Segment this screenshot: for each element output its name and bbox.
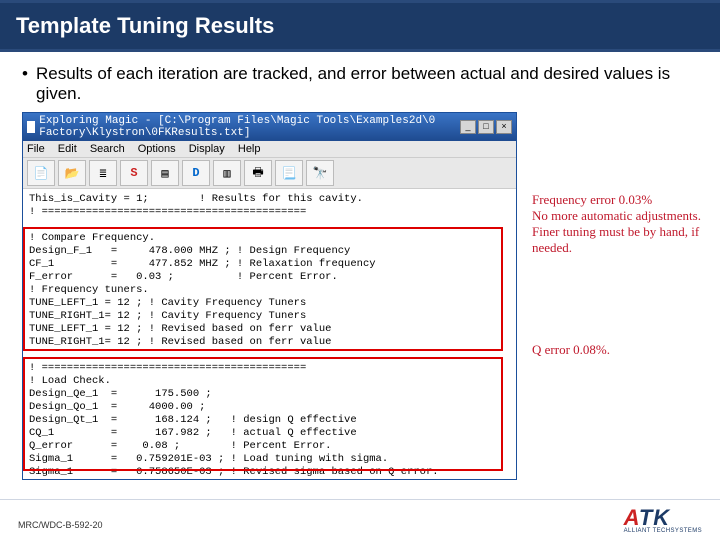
page-icon[interactable]: 📃 [275, 160, 303, 186]
d-badge-icon[interactable]: D [182, 160, 210, 186]
bars-icon[interactable]: ▤ [151, 160, 179, 186]
bars2-icon[interactable]: ▥ [213, 160, 241, 186]
list-icon[interactable]: ≣ [89, 160, 117, 186]
window-titlebar: Exploring Magic - [C:\Program Files\Magi… [23, 113, 516, 141]
bullet-text: Results of each iteration are tracked, a… [36, 64, 698, 104]
app-window: Exploring Magic - [C:\Program Files\Magi… [22, 112, 517, 480]
company-logo: ATK ALLIANT TECHSYSTEMS [624, 505, 702, 534]
slide-body: • Results of each iteration are tracked,… [0, 52, 720, 480]
close-button[interactable]: × [496, 120, 512, 134]
annotation-q: Q error 0.08%. [532, 342, 707, 358]
window-controls: _ □ × [460, 120, 512, 134]
s-badge-icon[interactable]: S [120, 160, 148, 186]
logo-subtitle: ALLIANT TECHSYSTEMS [624, 528, 702, 534]
file-icon[interactable]: 📄 [27, 160, 55, 186]
bullet-dot: • [22, 64, 36, 104]
open-icon[interactable]: 📂 [58, 160, 86, 186]
toolbar: 📄 📂 ≣ S ▤ D ▥ 🖶 📃 🔭 [23, 158, 516, 189]
text-content: This_is_Cavity = 1; ! Results for this c… [23, 189, 516, 479]
app-icon [27, 121, 35, 133]
slide: Template Tuning Results • Results of eac… [0, 0, 720, 540]
menu-edit[interactable]: Edit [58, 143, 77, 155]
maximize-button[interactable]: □ [478, 120, 494, 134]
slide-title: Template Tuning Results [0, 0, 720, 52]
menu-options[interactable]: Options [138, 143, 176, 155]
footer-rule [0, 499, 720, 500]
menu-help[interactable]: Help [238, 143, 261, 155]
text-lines: This_is_Cavity = 1; ! Results for this c… [29, 193, 510, 479]
annotation-frequency: Frequency error 0.03% No more automatic … [532, 192, 707, 256]
annotation-frequency-text: Frequency error 0.03% No more automatic … [532, 192, 701, 255]
menu-search[interactable]: Search [90, 143, 125, 155]
bullet-item: • Results of each iteration are tracked,… [22, 64, 698, 104]
menu-display[interactable]: Display [189, 143, 225, 155]
minimize-button[interactable]: _ [460, 120, 476, 134]
logo-rest: TK [639, 505, 670, 530]
print-icon[interactable]: 🖶 [244, 160, 272, 186]
logo-prefix: A [624, 505, 639, 530]
window-title: Exploring Magic - [C:\Program Files\Magi… [39, 115, 460, 139]
footer-code: MRC/WDC-B-592-20 [18, 520, 103, 530]
binoculars-icon[interactable]: 🔭 [306, 160, 334, 186]
menu-bar: File Edit Search Options Display Help [23, 141, 516, 158]
menu-file[interactable]: File [27, 143, 45, 155]
screenshot-area: Exploring Magic - [C:\Program Files\Magi… [22, 112, 698, 480]
